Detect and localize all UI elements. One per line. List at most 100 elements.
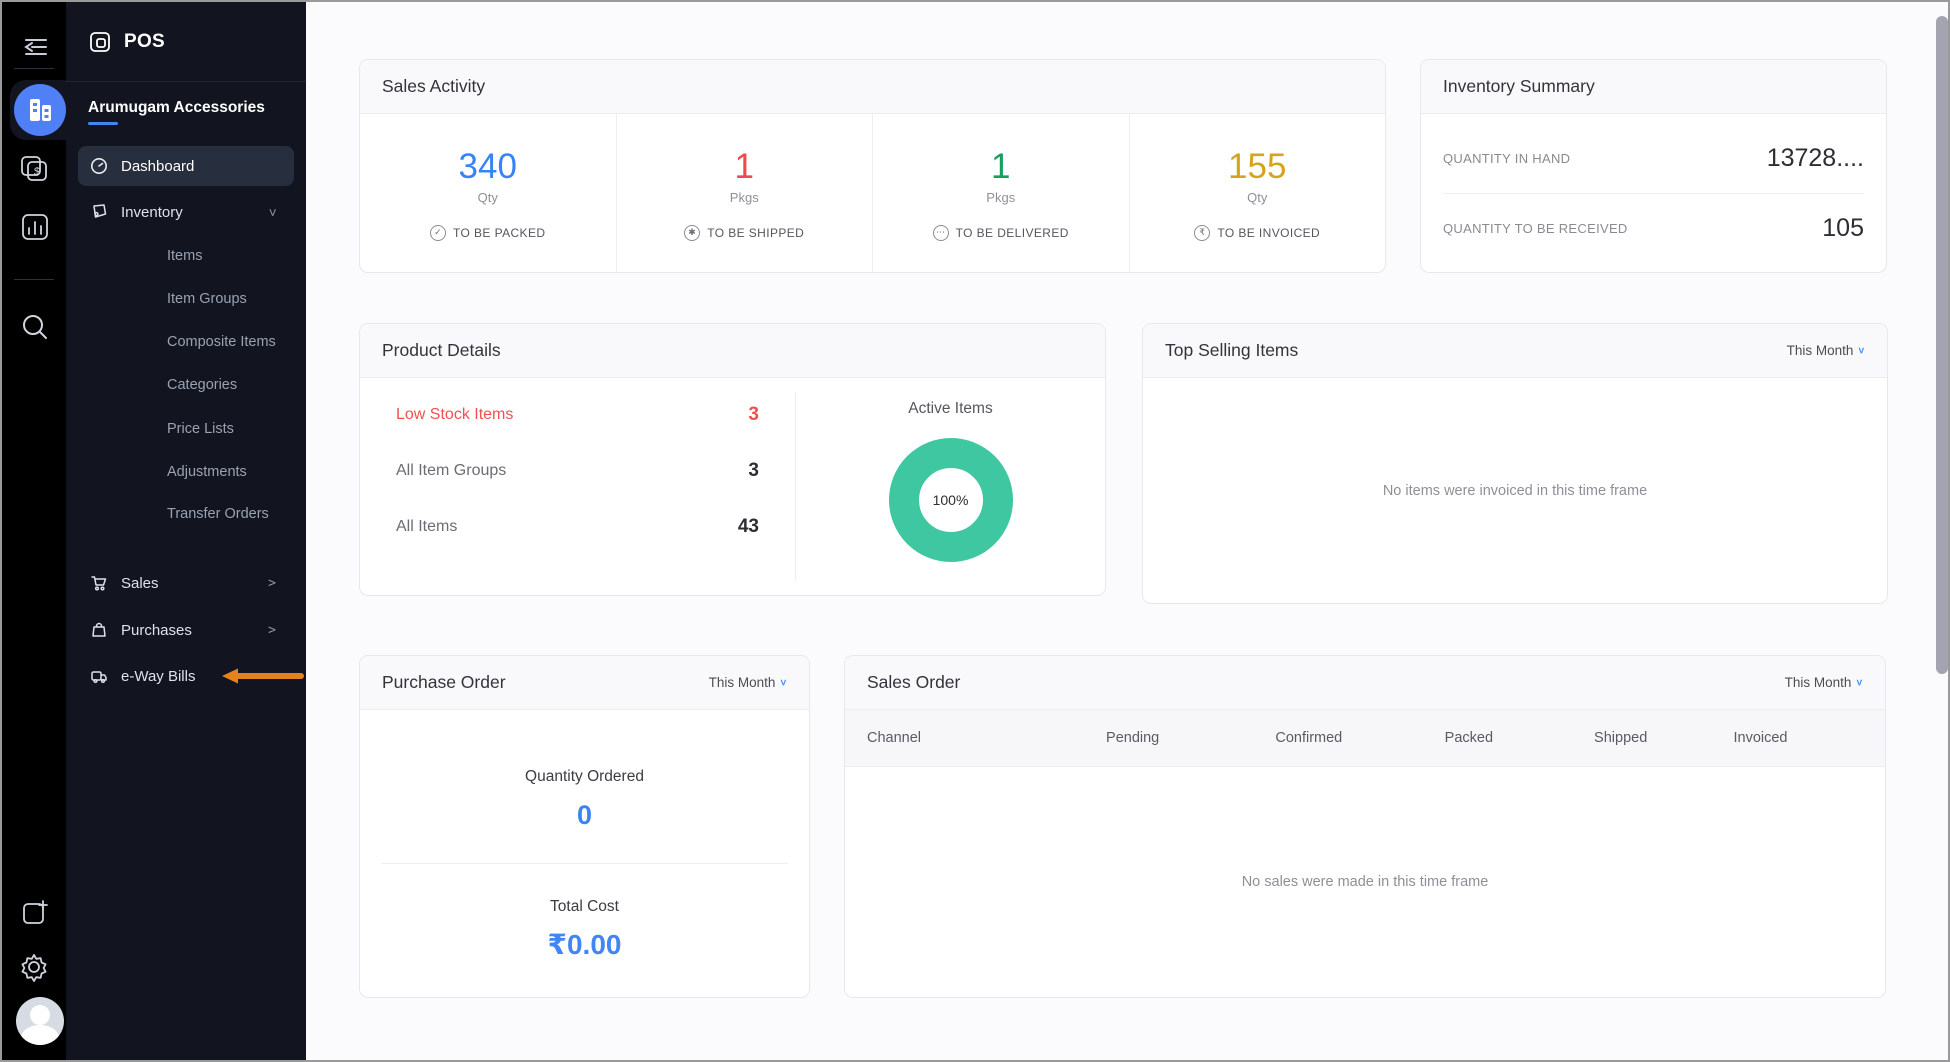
settings-gear-icon[interactable] — [2, 950, 66, 984]
chevron-down-icon: > — [264, 208, 280, 216]
sidebar-item-sales[interactable]: Sales > — [78, 563, 294, 603]
pos-app-icon[interactable] — [14, 84, 66, 136]
all-item-groups-row[interactable]: All Item Groups 3 — [396, 460, 759, 482]
chevron-down-icon: > — [1855, 347, 1869, 354]
total-cost-label: Total Cost — [550, 898, 619, 915]
sales-order-card: Sales Order This Month > Channel Pending … — [844, 655, 1886, 998]
column-shipped[interactable]: Shipped — [1594, 730, 1733, 746]
sidebar-item-transfer-orders[interactable]: Transfer Orders — [167, 506, 269, 522]
inventory-box-icon — [90, 203, 108, 221]
eway-annotation-arrow — [222, 668, 304, 684]
quantity-in-hand-row[interactable]: QUANTITY IN HAND 13728.... — [1421, 124, 1886, 193]
pd-label: All Item Groups — [396, 462, 507, 479]
product-details-card: Product Details Low Stock Items 3 All It… — [359, 323, 1106, 596]
payments-cards-icon[interactable]: $ — [2, 154, 66, 184]
donut-percent-label: 100% — [932, 492, 969, 508]
column-packed[interactable]: Packed — [1445, 730, 1594, 746]
quantity-ordered-value[interactable]: 0 — [577, 800, 592, 831]
column-channel[interactable]: Channel — [867, 730, 1106, 746]
stat-to-be-shipped[interactable]: 1 Pkgs ✱ TO BE SHIPPED — [617, 114, 873, 272]
reports-barchart-icon[interactable] — [2, 212, 66, 244]
sales-activity-title: Sales Activity — [382, 76, 486, 96]
sales-order-filter-dropdown[interactable]: This Month > — [1785, 675, 1867, 690]
collapse-sidebar-icon[interactable] — [2, 34, 66, 60]
active-items-donut-chart: 100% — [888, 438, 1013, 562]
top-selling-filter-dropdown[interactable]: This Month > — [1787, 343, 1869, 358]
low-stock-items-row[interactable]: Low Stock Items 3 — [396, 404, 759, 426]
inv-value: 13728.... — [1766, 144, 1864, 172]
sidebar-item-price-lists[interactable]: Price Lists — [167, 421, 234, 437]
app-title: POS — [124, 30, 166, 52]
sidebar-item-item-groups[interactable]: Item Groups — [167, 291, 247, 307]
rail-divider — [14, 279, 54, 280]
truck-icon — [90, 667, 108, 685]
purchase-order-filter-dropdown[interactable]: This Month > — [709, 675, 791, 690]
inv-value: 105 — [1822, 214, 1864, 242]
dashboard-icon — [90, 157, 108, 175]
sales-order-table-header: Channel Pending Confirmed Packed Shipped… — [845, 710, 1885, 767]
pos-window-icon — [88, 30, 112, 54]
vertical-scrollbar-thumb[interactable] — [1936, 16, 1948, 674]
stat-to-be-packed[interactable]: 340 Qty ✓ TO BE PACKED — [360, 114, 617, 272]
organization-name[interactable]: Arumugam Accessories — [88, 99, 265, 117]
top-selling-title: Top Selling Items — [1165, 340, 1299, 360]
dashboard-main: Sales Activity 340 Qty ✓ TO BE PACKED 1 P… — [306, 2, 1948, 1060]
check-circle-icon: ✓ — [430, 224, 447, 241]
sidebar: POS Arumugam Accessories Dashboard Inven… — [66, 2, 306, 1060]
rail-divider — [14, 68, 54, 69]
app-window: $ POS Arumugam Accessories Dashboard Inv… — [0, 0, 1950, 1062]
purchase-order-title: Purchase Order — [382, 672, 506, 692]
shopping-bag-icon — [90, 621, 108, 639]
svg-text:$: $ — [34, 166, 40, 178]
stat-label: ✱ TO BE SHIPPED — [684, 224, 804, 241]
sidebar-item-label: Inventory — [121, 203, 183, 221]
sidebar-item-purchases[interactable]: Purchases > — [78, 610, 294, 650]
app-rail: $ — [2, 2, 66, 1060]
column-confirmed[interactable]: Confirmed — [1275, 730, 1444, 746]
inventory-summary-title: Inventory Summary — [1443, 76, 1595, 96]
stat-value: 1 — [734, 146, 754, 186]
sales-order-empty-state: No sales were made in this time frame — [1241, 873, 1489, 890]
sidebar-item-items[interactable]: Items — [167, 248, 202, 264]
chevron-down-icon: > — [777, 679, 791, 686]
column-pending[interactable]: Pending — [1106, 730, 1275, 746]
sidebar-item-label: Dashboard — [121, 157, 195, 175]
sidebar-item-dashboard[interactable]: Dashboard — [78, 146, 294, 186]
stat-to-be-invoiced[interactable]: 155 Qty ₹ TO BE INVOICED — [1130, 114, 1386, 272]
shipped-circle-icon: ✱ — [684, 224, 701, 241]
pd-value: 3 — [748, 460, 759, 481]
sidebar-item-inventory[interactable]: Inventory > — [78, 192, 294, 232]
stat-to-be-delivered[interactable]: 1 Pkgs ⋯ TO BE DELIVERED — [873, 114, 1130, 272]
stat-value: 340 — [458, 146, 517, 186]
chevron-down-icon: > — [1853, 679, 1867, 686]
cart-icon — [90, 574, 108, 592]
pd-label: Low Stock Items — [396, 406, 514, 423]
total-cost-value[interactable]: ₹0.00 — [548, 928, 622, 961]
pd-value: 3 — [748, 404, 759, 425]
search-icon[interactable] — [2, 312, 66, 344]
chevron-right-icon: > — [268, 622, 276, 638]
divider — [381, 863, 788, 864]
pos-header: POS — [66, 2, 306, 82]
inv-label: QUANTITY IN HAND — [1443, 151, 1571, 166]
sidebar-item-label: Sales — [121, 574, 159, 592]
sidebar-item-adjustments[interactable]: Adjustments — [167, 464, 247, 480]
all-items-row[interactable]: All Items 43 — [396, 516, 759, 538]
top-selling-items-card: Top Selling Items This Month > No items w… — [1142, 323, 1888, 604]
stat-label: ⋯ TO BE DELIVERED — [932, 224, 1069, 241]
sales-order-title: Sales Order — [867, 672, 961, 692]
stat-unit: Qty — [477, 189, 498, 205]
delivered-circle-icon: ⋯ — [932, 224, 949, 241]
sidebar-item-composite-items[interactable]: Composite Items — [167, 334, 276, 350]
stat-value: 155 — [1228, 146, 1287, 186]
inventory-summary-card: Inventory Summary QUANTITY IN HAND 13728… — [1420, 59, 1887, 273]
sidebar-item-categories[interactable]: Categories — [167, 377, 237, 393]
quantity-to-be-received-row[interactable]: QUANTITY TO BE RECEIVED 105 — [1421, 194, 1886, 263]
chevron-right-icon: > — [268, 575, 276, 591]
purchase-order-card: Purchase Order This Month > Quantity Orde… — [359, 655, 810, 998]
product-details-title: Product Details — [382, 340, 501, 360]
stat-label: ✓ TO BE PACKED — [430, 224, 545, 241]
add-document-icon[interactable] — [2, 898, 66, 928]
user-avatar[interactable] — [16, 997, 64, 1045]
column-invoiced[interactable]: Invoiced — [1733, 730, 1862, 746]
